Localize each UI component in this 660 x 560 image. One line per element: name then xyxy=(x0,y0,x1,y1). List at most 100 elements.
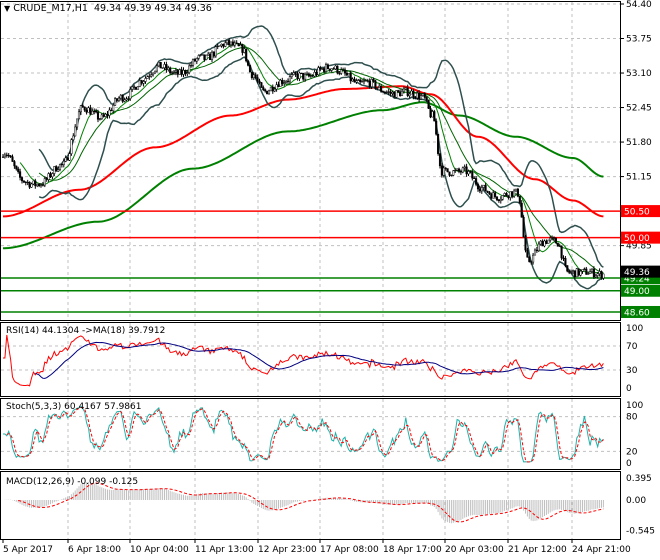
candle-body xyxy=(119,94,122,99)
candle-body xyxy=(383,91,386,94)
candle-body xyxy=(345,72,348,76)
candle-body xyxy=(321,68,324,70)
candle-body xyxy=(368,80,371,87)
candle-body xyxy=(224,42,227,47)
candle-body xyxy=(412,90,415,98)
candle-body xyxy=(560,245,563,259)
candle-body xyxy=(41,184,44,186)
candle-body xyxy=(197,55,200,59)
candle-body xyxy=(1,156,5,158)
candle-body xyxy=(288,76,291,82)
candle-body xyxy=(231,41,234,46)
candle-body xyxy=(475,178,478,185)
candle-body xyxy=(452,170,455,176)
candle-body xyxy=(433,111,436,122)
candle-body xyxy=(34,180,37,187)
candle-body xyxy=(24,181,27,183)
stoch-axis-label: 20 xyxy=(626,447,638,457)
candle-body xyxy=(121,94,124,102)
candle-body xyxy=(152,72,155,75)
symbol-label: CRUDE_M17,H1 xyxy=(13,3,88,14)
candle-body xyxy=(144,78,147,82)
candle-body xyxy=(307,73,310,77)
candle-body xyxy=(416,92,419,99)
candle-body xyxy=(446,168,449,173)
candle-body xyxy=(201,54,204,56)
time-label: 12 Apr 23:00 xyxy=(258,545,317,555)
macd-label: MACD(12,26,9) -0.099 -0.125 xyxy=(6,477,138,487)
current-price-label: 49.36 xyxy=(624,268,650,278)
candle-body xyxy=(115,98,119,101)
candle-body xyxy=(537,243,540,252)
candle-body xyxy=(522,216,525,238)
candle-body xyxy=(421,93,424,96)
candle-body xyxy=(406,87,409,96)
candle-body xyxy=(530,261,533,263)
candle-body xyxy=(366,80,369,82)
candle-body xyxy=(495,196,499,201)
candle-body xyxy=(334,65,337,70)
candle-body xyxy=(77,111,81,120)
candle-body xyxy=(589,271,592,275)
candle-body xyxy=(357,79,360,81)
candle-body xyxy=(402,88,405,92)
price-label: 51.80 xyxy=(626,138,652,148)
candle-body xyxy=(463,166,466,169)
candle-body xyxy=(509,191,512,198)
candle-body xyxy=(587,273,590,275)
chart-window: 5 Apr 2017 6 Apr 18:00 10 Apr 04:00 11 Apr … xyxy=(0,0,660,560)
candle-body xyxy=(100,114,103,120)
time-label: 11 Apr 13:00 xyxy=(195,545,254,555)
candle-body xyxy=(95,110,98,113)
candle-body xyxy=(72,135,75,140)
candle-body xyxy=(39,184,43,187)
candle-body xyxy=(51,173,54,178)
candle-body xyxy=(32,180,35,185)
candle-body xyxy=(361,81,364,83)
candle-body xyxy=(490,193,493,199)
stoch-axis-label: 0 xyxy=(626,459,632,469)
candle-body xyxy=(172,71,176,73)
candle-body xyxy=(66,157,69,161)
candle-body xyxy=(45,178,48,180)
candle-body xyxy=(125,98,128,101)
candle-body xyxy=(136,86,139,90)
candle-body xyxy=(129,89,132,99)
candle-body xyxy=(218,45,221,47)
candle-body xyxy=(256,77,259,82)
price-label: 54.40 xyxy=(626,0,652,10)
candle-body xyxy=(393,91,396,98)
candle-body xyxy=(247,60,250,66)
candle-body xyxy=(226,40,229,44)
candle-body xyxy=(195,58,198,62)
candle-body xyxy=(399,91,402,97)
candle-body xyxy=(93,110,96,112)
candle-body xyxy=(300,72,303,74)
candle-body xyxy=(478,188,481,192)
collapse-arrow-icon[interactable]: ▼ xyxy=(4,4,10,13)
candle-body xyxy=(15,165,18,170)
chart-canvas[interactable]: 5 Apr 2017 6 Apr 18:00 10 Apr 04:00 11 Apr … xyxy=(0,0,660,560)
candle-body xyxy=(165,64,168,70)
candle-body xyxy=(167,67,170,70)
stoch-axis-label: 100 xyxy=(626,401,643,411)
candle-body xyxy=(467,171,470,175)
candle-body xyxy=(387,91,390,93)
candle-body xyxy=(419,95,423,100)
candle-body xyxy=(444,167,447,169)
candle-body xyxy=(171,72,174,74)
candle-body xyxy=(448,171,451,176)
candle-body xyxy=(547,239,550,244)
candle-body xyxy=(311,75,314,77)
candle-body xyxy=(271,86,274,92)
price-label: 53.75 xyxy=(626,35,652,45)
candle-body xyxy=(286,80,290,82)
candle-body xyxy=(153,70,157,74)
candle-body xyxy=(551,237,554,239)
candle-body xyxy=(74,126,77,137)
candle-body xyxy=(267,90,271,95)
macd-axis-label: -0.545 xyxy=(626,527,655,537)
candle-body xyxy=(210,51,214,61)
candle-body xyxy=(146,76,149,79)
candle-body xyxy=(592,268,595,278)
